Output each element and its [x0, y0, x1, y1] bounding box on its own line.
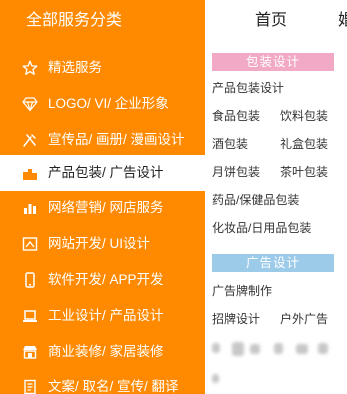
pen-icon — [20, 122, 40, 158]
link-billboard[interactable]: 广告牌制作 — [212, 283, 272, 299]
sidebar-item-label: 工业设计/ 产品设计 — [48, 308, 164, 323]
link-tea-packaging[interactable]: 茶叶包装 — [280, 164, 328, 180]
sidebar-item-decoration[interactable]: 商业装修/ 家居装修 — [0, 334, 205, 370]
design-icon — [20, 226, 40, 262]
phone-icon — [20, 262, 40, 298]
section-title-advertising: 广告设计 — [212, 254, 334, 272]
sidebar-item-web-ui[interactable]: 网站开发/ UI设计 — [0, 226, 205, 262]
sidebar-item-label: 宣传品/ 画册/ 漫画设计 — [48, 132, 185, 147]
link-wine-packaging[interactable]: 酒包装 — [212, 136, 248, 152]
sidebar-item-label: 软件开发/ APP开发 — [48, 272, 164, 287]
sidebar-item-label: 文案/ 取名/ 宣传/ 翻译 — [48, 379, 179, 394]
link-beverage-packaging[interactable]: 饮料包装 — [280, 108, 328, 124]
star-icon — [20, 50, 40, 86]
sidebar-item-label: 网络营销/ 网店服务 — [48, 200, 164, 215]
sidebar-item-copywriting[interactable]: 文案/ 取名/ 宣传/ 翻译 — [0, 369, 205, 394]
sidebar-item-marketing[interactable]: 网络营销/ 网店服务 — [0, 190, 205, 226]
category-sidebar: 精选服务 LOGO/ VI/ 企业形象 宣传品/ 画册/ 漫画设计 产品包装/ … — [0, 42, 207, 394]
link-medicine-packaging[interactable]: 药品/保健品包装 — [212, 192, 299, 208]
nav-next-link[interactable]: 婚 — [338, 0, 347, 42]
sidebar-item-brochure[interactable]: 宣传品/ 画册/ 漫画设计 — [0, 122, 205, 158]
document-icon — [20, 369, 40, 394]
sidebar-item-featured[interactable]: 精选服务 — [0, 50, 205, 86]
link-outdoor-ad[interactable]: 户外广告 — [280, 311, 328, 327]
obscured-link-row — [212, 370, 340, 388]
sidebar-item-software-app[interactable]: 软件开发/ APP开发 — [0, 262, 205, 298]
box-icon — [20, 155, 40, 191]
sidebar-item-label: 精选服务 — [48, 60, 102, 75]
link-cosmetics-packaging[interactable]: 化妆品/日用品包装 — [212, 220, 311, 236]
link-mooncake-packaging[interactable]: 月饼包装 — [212, 164, 260, 180]
link-food-packaging[interactable]: 食品包装 — [212, 108, 260, 124]
sidebar-item-label: 商业装修/ 家居装修 — [48, 344, 164, 359]
link-signboard[interactable]: 招牌设计 — [212, 311, 260, 327]
sidebar-item-packaging[interactable]: 产品包装/ 广告设计 — [0, 155, 207, 191]
sidebar-item-label: 网站开发/ UI设计 — [48, 236, 151, 251]
section-title-packaging: 包装设计 — [212, 53, 334, 71]
sidebar-item-label: 产品包装/ 广告设计 — [48, 165, 164, 180]
laptop-icon — [20, 298, 40, 334]
top-bar: 全部服务分类 首页 婚 — [0, 0, 347, 42]
sidebar-item-logo-vi[interactable]: LOGO/ VI/ 企业形象 — [0, 86, 205, 122]
category-header[interactable]: 全部服务分类 — [0, 0, 205, 42]
shop-icon — [20, 334, 40, 370]
link-giftbox-packaging[interactable]: 礼盒包装 — [280, 136, 328, 152]
sidebar-item-label: LOGO/ VI/ 企业形象 — [48, 96, 169, 111]
link-product-packaging[interactable]: 产品包装设计 — [212, 80, 284, 96]
diamond-icon — [20, 86, 40, 122]
nav-home-link[interactable]: 首页 — [255, 0, 287, 42]
obscured-link-row — [212, 340, 340, 358]
subcategory-panel: 包装设计 产品包装设计 食品包装 饮料包装 酒包装 礼盒包装 月饼包装 茶叶包装… — [205, 42, 347, 394]
bar-chart-icon — [20, 190, 40, 226]
sidebar-item-industrial[interactable]: 工业设计/ 产品设计 — [0, 298, 205, 334]
service-category-page: 全部服务分类 首页 婚 精选服务 LOGO/ VI/ 企业形象 宣传品/ 画册/… — [0, 0, 347, 394]
